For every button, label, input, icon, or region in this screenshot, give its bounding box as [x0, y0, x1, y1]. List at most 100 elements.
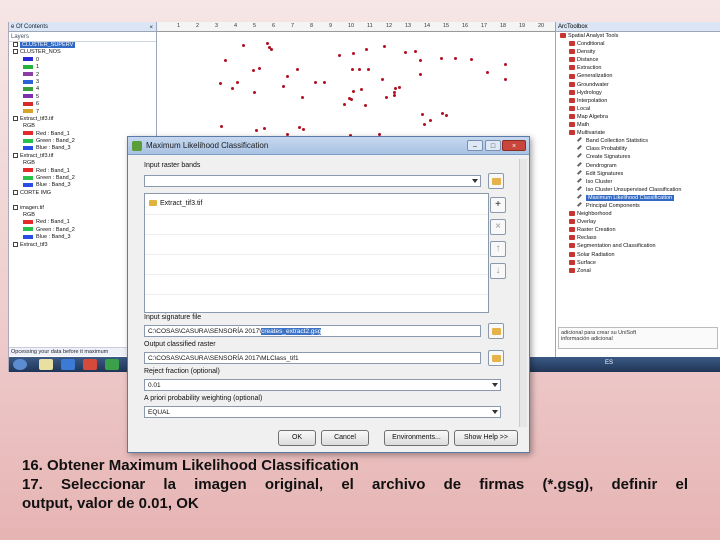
toc-item[interactable]: 7: [9, 109, 156, 116]
layer-checkbox[interactable]: [13, 204, 18, 210]
toc-item[interactable]: 2: [9, 72, 156, 79]
toolbox-item[interactable]: Maximum Likelihood Classification: [556, 193, 720, 202]
layer-checkbox[interactable]: [13, 49, 18, 55]
list-divider: [145, 274, 488, 275]
map-point: [224, 58, 228, 62]
taskbar-app-icon[interactable]: [83, 359, 97, 370]
close-button[interactable]: ×: [502, 140, 526, 151]
toc-item[interactable]: 1: [9, 64, 156, 71]
toolbox-item[interactable]: Math: [556, 121, 720, 129]
toc-item[interactable]: Extract_tif3.tif: [9, 116, 156, 123]
toolbox-item[interactable]: Hydrology: [556, 89, 720, 97]
toolbox-item[interactable]: Edit Signatures: [556, 169, 720, 178]
toc-item-label: Green : Band_2: [36, 226, 75, 233]
toc-item[interactable]: 5: [9, 94, 156, 101]
toolbox-item[interactable]: Map Algebra: [556, 113, 720, 121]
layer-checkbox[interactable]: [13, 241, 18, 247]
toolbox-item-label: Conditional: [577, 41, 605, 48]
taskbar-explorer-icon[interactable]: [39, 359, 53, 370]
toolbox-item-label: Density: [577, 49, 596, 56]
toolbox-item[interactable]: Raster Creation: [556, 226, 720, 234]
toolbox-item[interactable]: Spatial Analyst Tools: [556, 32, 720, 40]
toolbox-item[interactable]: Surface: [556, 259, 720, 267]
toolbox-item[interactable]: Iso Cluster: [556, 177, 720, 186]
legend-swatch: [23, 101, 33, 106]
toolbox-item[interactable]: Solar Radiation: [556, 251, 720, 259]
taskbar-arcmap-icon[interactable]: [105, 359, 119, 370]
move-up-button[interactable]: ↑: [490, 241, 506, 257]
output-raster-input[interactable]: C:\COSAS\CASURA\SENSORÍA 2017\MLClass_ti…: [144, 352, 481, 364]
list-divider: [145, 254, 488, 255]
toolbox-item[interactable]: Distance: [556, 56, 720, 64]
map-point: [263, 127, 267, 130]
toolbox-item[interactable]: Local: [556, 105, 720, 113]
toolbox-item[interactable]: Groundwater: [556, 81, 720, 89]
toc-item[interactable]: 0: [9, 57, 156, 64]
toc-item[interactable]: 3: [9, 79, 156, 86]
show-help-button[interactable]: Show Help >>: [454, 430, 518, 446]
toolbox-icon: [569, 267, 575, 273]
maximize-button[interactable]: □: [485, 140, 501, 151]
legend-swatch: [23, 131, 33, 136]
reject-fraction-dropdown[interactable]: 0.01: [144, 379, 501, 391]
toolbox-item[interactable]: Overlay: [556, 218, 720, 226]
browse-output-button[interactable]: [488, 350, 504, 366]
toolbox-item[interactable]: Neighborhood: [556, 210, 720, 218]
minimize-button[interactable]: –: [467, 140, 483, 151]
toolbox-item[interactable]: Generalization: [556, 72, 720, 80]
toolbox-item-label: Reclass: [577, 235, 597, 242]
cancel-button[interactable]: Cancel: [321, 430, 369, 446]
ruler-tick-label: 14: [424, 23, 431, 29]
dialog-scrollbar[interactable]: [519, 159, 527, 427]
toc-item-label: Blue : Band_3: [36, 182, 71, 189]
start-button[interactable]: [13, 359, 27, 370]
toolbox-item[interactable]: Density: [556, 48, 720, 56]
apriori-dropdown[interactable]: EQUAL: [144, 406, 501, 418]
toolbox-item[interactable]: Extraction: [556, 64, 720, 72]
toolbox-item[interactable]: Principal Components: [556, 201, 720, 210]
signature-file-input[interactable]: C:\COSAS\CASURA\SENSORÍA 2017\creates_ex…: [144, 325, 481, 337]
remove-button[interactable]: ×: [490, 219, 506, 235]
input-bands-list[interactable]: Extract_tif3.tif: [144, 193, 489, 313]
toolbox-item[interactable]: Zonal: [556, 267, 720, 275]
toc-item[interactable]: 6: [9, 101, 156, 108]
map-point: [352, 51, 356, 55]
language-indicator[interactable]: ES: [605, 360, 613, 366]
map-point: [365, 47, 369, 51]
toc-item-label: Extract_tif3: [20, 241, 48, 248]
toolbox-item[interactable]: Reclass: [556, 234, 720, 242]
toc-item-label: 2: [36, 71, 40, 78]
toc-item[interactable]: CLUSTER_NOS: [9, 49, 156, 56]
toolbox-item[interactable]: Segmentation and Classification: [556, 242, 720, 250]
add-button[interactable]: +: [490, 197, 506, 213]
layer-checkbox[interactable]: [13, 42, 18, 48]
toc-item[interactable]: RGB: [9, 123, 156, 130]
taskbar-browser-icon[interactable]: [61, 359, 75, 370]
browse-signature-button[interactable]: [488, 323, 504, 339]
list-item[interactable]: Extract_tif3.tif: [149, 200, 202, 207]
toolbox-item[interactable]: Multivariate: [556, 129, 720, 137]
layer-checkbox[interactable]: [13, 189, 18, 195]
toolbox-item[interactable]: Iso Cluster Unsupervised Classification: [556, 185, 720, 194]
toc-item[interactable]: 4: [9, 86, 156, 93]
toolbox-item[interactable]: Interpolation: [556, 97, 720, 105]
toc-item[interactable]: CLUSTER_SUPERV: [9, 42, 156, 49]
toolbox-item[interactable]: Dendrogram: [556, 161, 720, 170]
input-raster-dropdown[interactable]: [144, 175, 481, 187]
hammer-icon: [576, 185, 585, 193]
layer-checkbox[interactable]: [13, 115, 18, 121]
environments-button[interactable]: Environments...: [384, 430, 449, 446]
toc-item-label: imagen.tif: [20, 204, 44, 211]
toolbox-item[interactable]: Create Signatures: [556, 153, 720, 161]
browse-input-button[interactable]: [488, 173, 504, 189]
layer-checkbox[interactable]: [13, 152, 18, 158]
move-down-button[interactable]: ↓: [490, 263, 506, 279]
toc-item-label: 1: [36, 64, 40, 71]
close-icon[interactable]: ×: [149, 23, 153, 33]
toolbox-item-label: Create Signatures: [586, 154, 631, 161]
ok-button[interactable]: OK: [278, 430, 316, 446]
toolbox-item[interactable]: Conditional: [556, 40, 720, 48]
dialog-title-bar[interactable]: Maximum Likelihood Classification – □ ×: [128, 137, 529, 155]
toc-item-label: CLUSTER_NOS: [20, 49, 61, 56]
ruler-tick-label: 8: [310, 23, 314, 29]
